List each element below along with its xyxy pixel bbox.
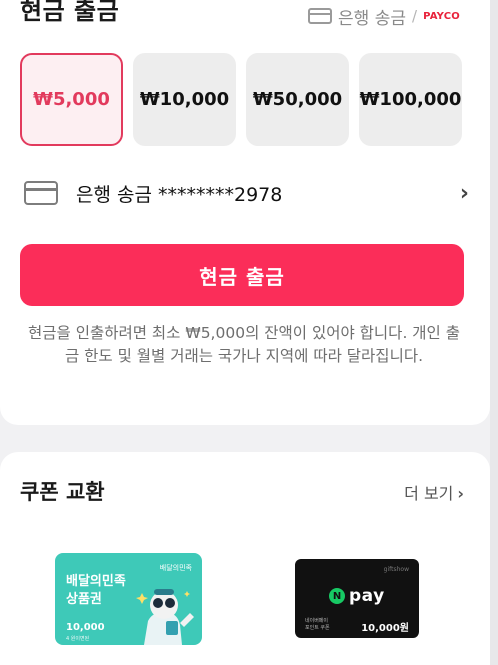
section-title: 쿠폰 교환 <box>20 480 105 504</box>
giftshow-text: giftshow <box>383 566 409 573</box>
coupon-exchange-card: 쿠폰 교환 더 보기 › 배달의민족 배달의민족 상품권 10,000 4 원이면… <box>0 452 490 665</box>
coupon-title-line2: 상품권 <box>66 592 102 607</box>
mascot-illustration <box>136 589 194 645</box>
amount-option-10000[interactable]: ₩10,000 <box>133 53 236 146</box>
cash-withdraw-card: 현금 출금 은행 송금 / PAYCO ₩5,000 ₩10,000 ₩50,0… <box>0 0 490 425</box>
coupon-price: 10,000원 <box>361 623 409 634</box>
bank-account-row[interactable]: 은행 송금 ********2978 › <box>24 178 469 208</box>
brand-small-text: 배달의민족 <box>159 564 192 572</box>
coupon-title-line1: 배달의민족 <box>66 574 126 589</box>
coupon-value: 10,000 <box>66 622 105 633</box>
amount-option-50000[interactable]: ₩50,000 <box>246 53 349 146</box>
coupon-small-text-1: 네이버페이 <box>305 618 329 624</box>
more-link[interactable]: 더 보기 › <box>404 480 464 504</box>
withdraw-methods: 은행 송금 / PAYCO <box>308 4 460 29</box>
amount-option-5000[interactable]: ₩5,000 <box>20 53 123 146</box>
bank-transfer-method[interactable]: 은행 송금 <box>338 4 406 29</box>
page: 현금 출금 은행 송금 / PAYCO ₩5,000 ₩10,000 ₩50,0… <box>0 0 498 665</box>
coupon-naverpay[interactable]: giftshow N pay 네이버페이 포인트 쿠폰 10,000원 <box>295 559 419 638</box>
section-title: 현금 출금 <box>20 0 120 25</box>
amount-options: ₩5,000 ₩10,000 ₩50,000 ₩100,000 <box>20 53 462 146</box>
bank-card-icon <box>24 181 58 205</box>
withdraw-notice: 현금을 인출하려면 최소 ₩5,000의 잔액이 있어야 합니다. 개인 출금 … <box>27 324 461 365</box>
bank-card-icon <box>308 8 333 24</box>
chevron-right-icon: › <box>457 484 464 503</box>
bank-account-text: 은행 송금 ********2978 <box>76 183 283 206</box>
amount-option-100000[interactable]: ₩100,000 <box>359 53 462 146</box>
coupon-sub-text: 4 원이면된 <box>66 636 90 642</box>
coupon-baemin[interactable]: 배달의민족 배달의민족 상품권 10,000 4 원이면된 <box>55 553 202 645</box>
pay-text: pay <box>349 586 385 606</box>
chevron-right-icon: › <box>459 180 469 206</box>
coupon-small-text-2: 포인트 쿠폰 <box>305 625 330 631</box>
more-label: 더 보기 <box>404 484 454 503</box>
npay-logo: N pay <box>329 586 385 606</box>
payco-logo[interactable]: PAYCO <box>423 11 460 22</box>
naver-n-icon: N <box>329 588 345 604</box>
scrollbar[interactable] <box>490 0 498 665</box>
separator: / <box>412 7 418 25</box>
cash-withdraw-button[interactable]: 현금 출금 <box>20 244 464 306</box>
